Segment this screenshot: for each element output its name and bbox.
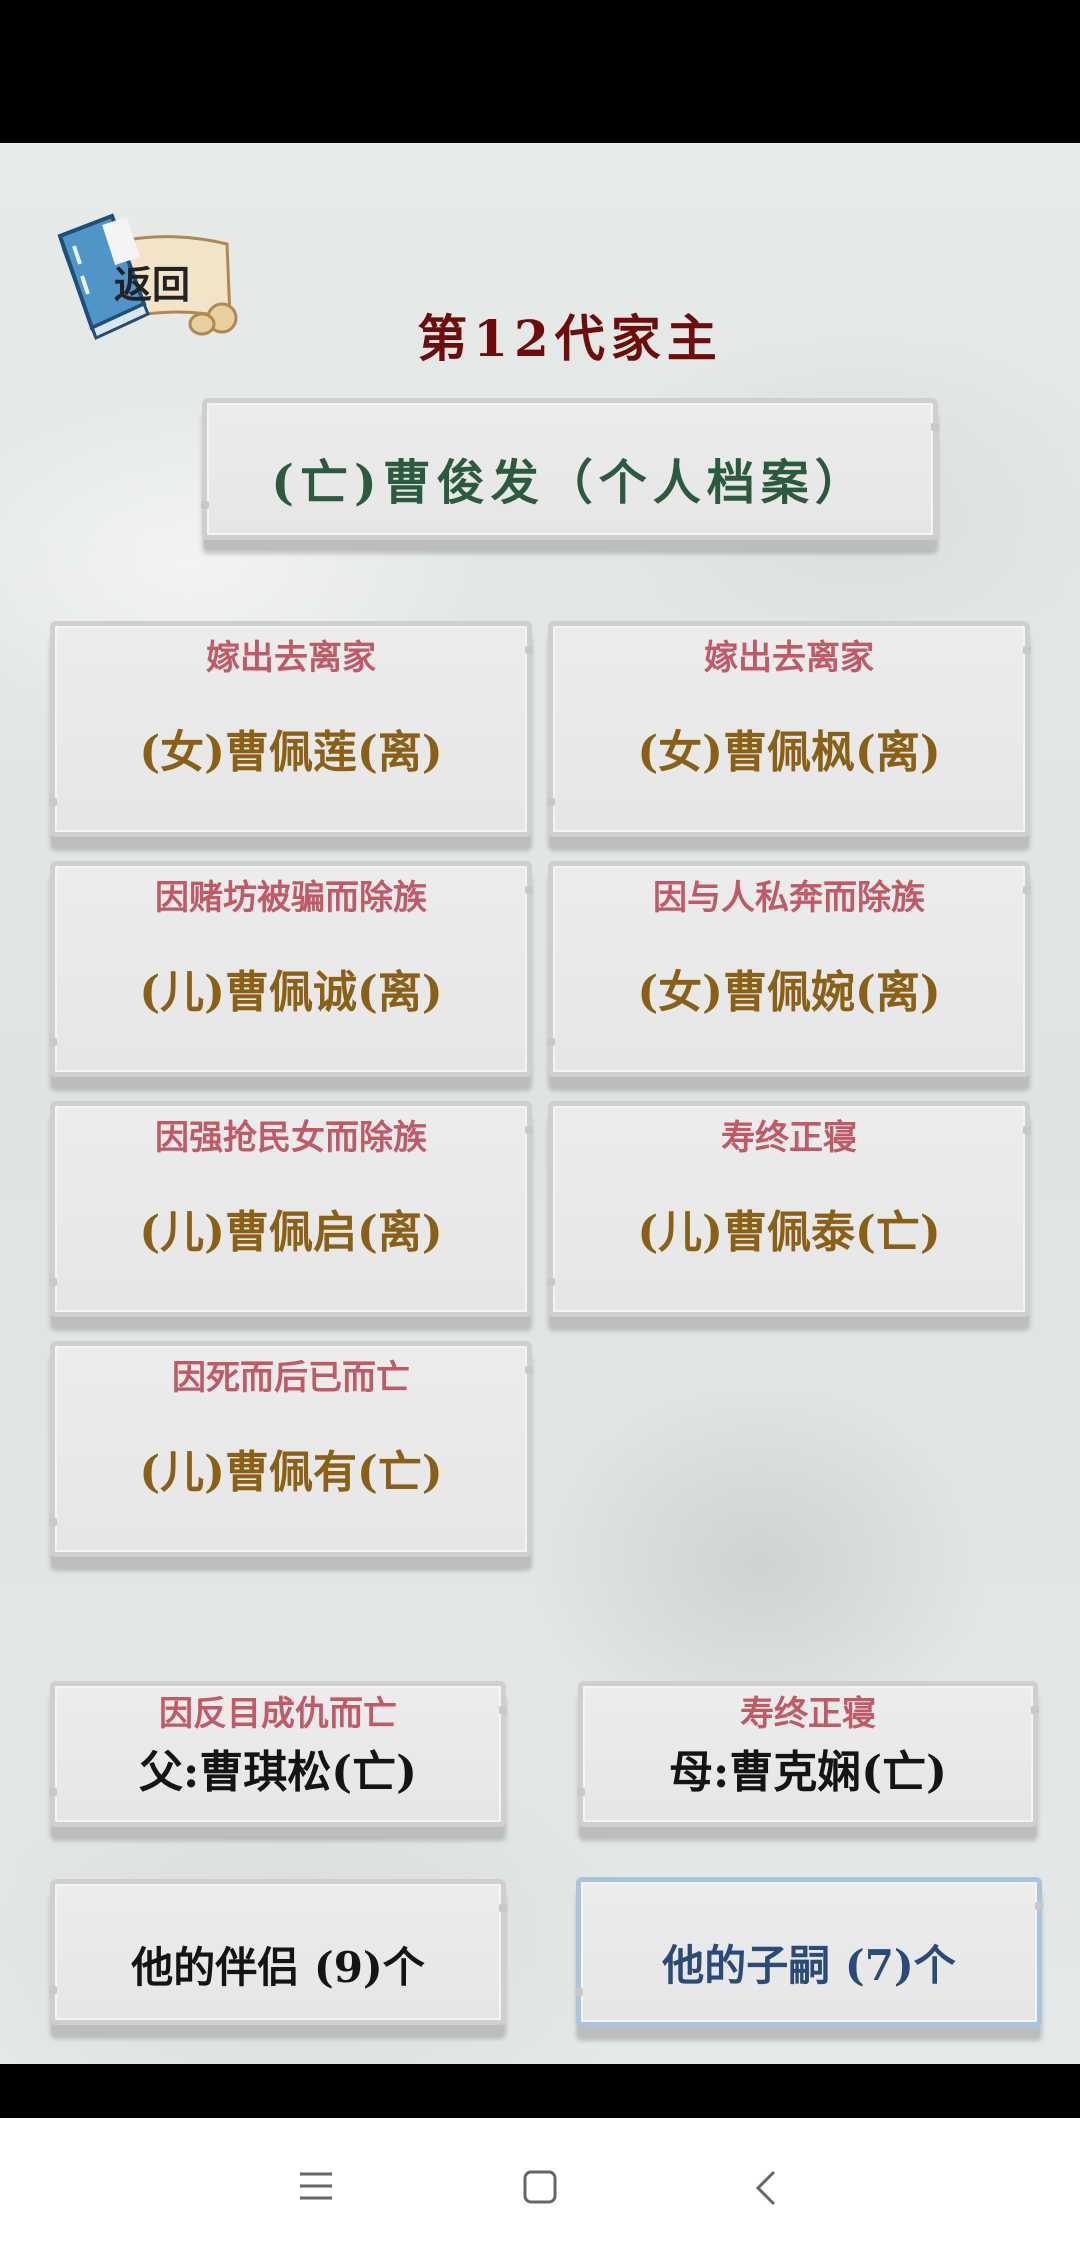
child-name: (女)曹佩莲(离) [139, 727, 443, 778]
child-status: 因赌坊被骗而除族 [155, 878, 427, 918]
child-card[interactable]: 因与人私奔而除族 (女)曹佩婉(离) [547, 861, 1031, 1077]
child-name: (女)曹佩枫(离) [637, 727, 941, 778]
generation-title: 第12代家主 [417, 309, 723, 368]
child-name: (女)曹佩婉(离) [637, 967, 941, 1018]
home-icon[interactable] [523, 2170, 557, 2204]
father-status: 因反目成仇而亡 [159, 1694, 397, 1734]
child-status: 嫁出去离家 [704, 638, 874, 678]
child-name: (儿)曹佩诚(离) [139, 967, 443, 1018]
father-name: 父:曹琪松(亡) [139, 1747, 417, 1798]
mother-card[interactable]: 寿终正寝 母:曹克娴(亡) [577, 1681, 1039, 1827]
child-card[interactable]: 因赌坊被骗而除族 (儿)曹佩诚(离) [49, 861, 533, 1077]
child-card[interactable]: 嫁出去离家 (女)曹佩枫(离) [547, 621, 1031, 837]
child-card[interactable]: 因死而后已而亡 (儿)曹佩有(亡) [49, 1341, 533, 1557]
back-arrow-icon[interactable] [754, 2170, 778, 2206]
child-name: (儿)曹佩启(离) [139, 1207, 443, 1258]
child-status: 因强抢民女而除族 [155, 1118, 427, 1158]
profile-title-plate: (亡)曹俊发（个人档案） [201, 398, 939, 540]
mother-name: 母:曹克娴(亡) [669, 1747, 947, 1798]
menu-icon[interactable] [298, 2170, 334, 2202]
child-card[interactable]: 寿终正寝 (儿)曹佩泰(亡) [547, 1101, 1031, 1317]
partners-button[interactable]: 他的伴侣 (9)个 [49, 1879, 507, 2025]
child-status: 因与人私奔而除族 [653, 878, 925, 918]
child-status: 寿终正寝 [721, 1118, 857, 1158]
game-screen: 返回 第12代家主 (亡)曹俊发（个人档案） 嫁出去离家 (女)曹佩莲(离) 嫁… [0, 143, 1080, 2064]
children-button[interactable]: 他的子嗣 (7)个 [575, 1877, 1043, 2027]
profile-title: (亡)曹俊发（个人档案） [271, 455, 869, 511]
child-name: (儿)曹佩有(亡) [139, 1447, 443, 1498]
child-name: (儿)曹佩泰(亡) [637, 1207, 941, 1258]
system-navigation-bar [0, 2118, 1080, 2248]
child-status: 因死而后已而亡 [172, 1358, 410, 1398]
father-card[interactable]: 因反目成仇而亡 父:曹琪松(亡) [49, 1681, 507, 1827]
mother-status: 寿终正寝 [740, 1694, 876, 1734]
children-label: 他的子嗣 (7)个 [662, 1941, 956, 1990]
child-card[interactable]: 嫁出去离家 (女)曹佩莲(离) [49, 621, 533, 837]
status-bar [0, 0, 1080, 143]
child-status: 嫁出去离家 [206, 638, 376, 678]
child-card[interactable]: 因强抢民女而除族 (儿)曹佩启(离) [49, 1101, 533, 1317]
partners-label: 他的伴侣 (9)个 [131, 1943, 425, 1992]
